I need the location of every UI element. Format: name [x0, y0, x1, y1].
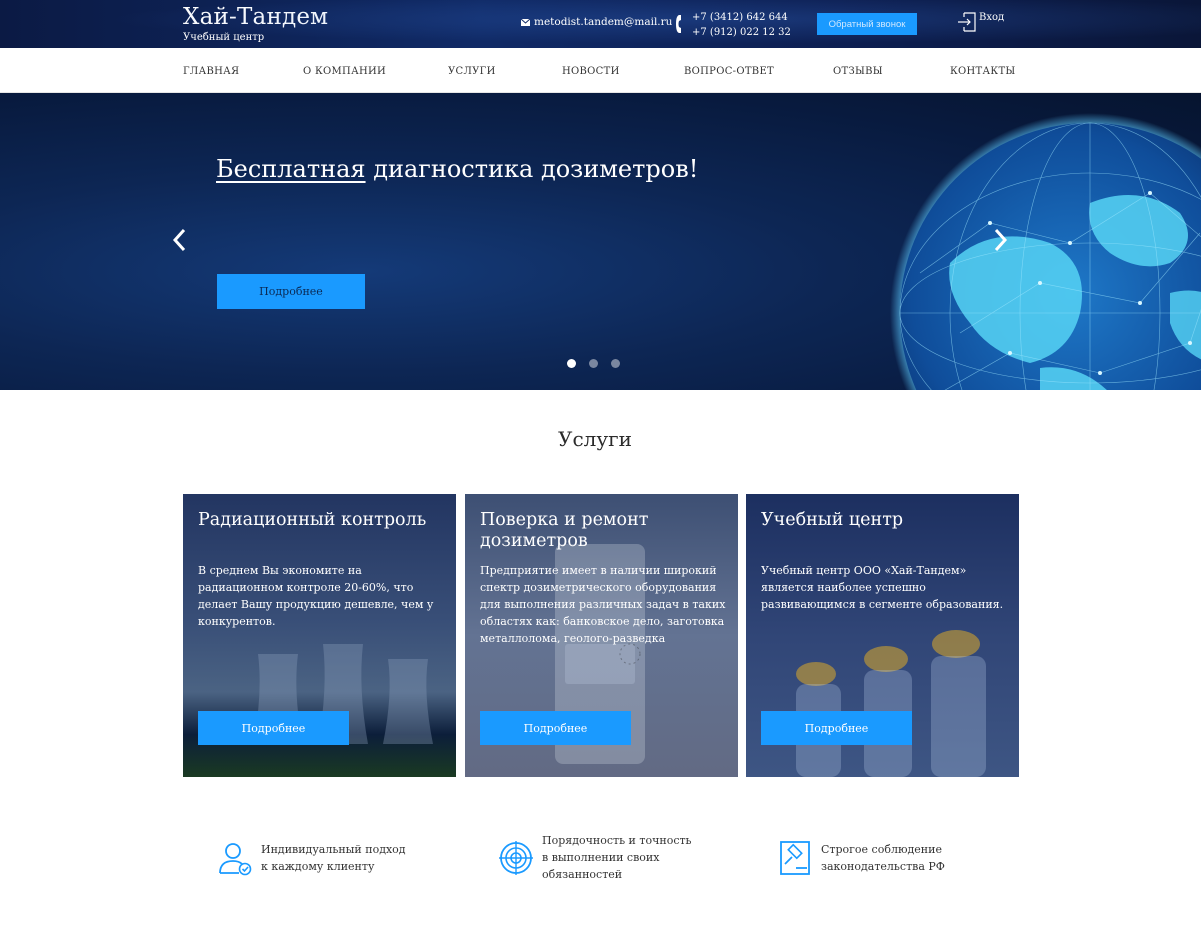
feature-line: Строгое соблюдение	[821, 843, 942, 856]
globe-image	[890, 113, 1201, 390]
chevron-right-icon[interactable]	[994, 228, 1008, 252]
chevron-left-icon[interactable]	[172, 228, 186, 252]
gavel-icon	[780, 841, 810, 875]
nav-item-about[interactable]: О КОМПАНИИ	[303, 66, 386, 77]
email-text: metodist.tandem@mail.ru	[534, 16, 673, 28]
feature-text: Индивидуальный подход к каждому клиенту	[261, 841, 406, 875]
target-icon	[499, 840, 533, 875]
card-title: Поверка и ремонт дозиметров	[480, 510, 649, 551]
workers-image	[796, 630, 986, 777]
card-text: Предприятие имеет в наличии широкий спек…	[480, 564, 726, 645]
login-label: Вход	[979, 12, 1005, 23]
nav-item-home[interactable]: ГЛАВНАЯ	[183, 66, 239, 77]
phone-1[interactable]: +7 (3412) 642 644	[692, 10, 791, 25]
feature-text: Порядочность и точность в выполнении сво…	[542, 832, 692, 883]
card-text: Учебный центр ООО «Хай-Тандем» является …	[761, 564, 1004, 611]
nav-item-news[interactable]: НОВОСТИ	[562, 66, 620, 77]
nav-item-contacts[interactable]: КОНТАКТЫ	[950, 66, 1016, 77]
feature-line: законодательства РФ	[821, 860, 945, 873]
feature-line: обязанностей	[542, 868, 623, 881]
service-card-calibration[interactable]: Поверка и ремонт дозиметров Предприятие …	[465, 494, 738, 777]
brand-subtitle: Учебный центр	[183, 32, 265, 43]
hero-title-rest: диагностика дозиметров!	[365, 155, 699, 183]
mail-icon	[521, 18, 530, 26]
feature-integrity: Порядочность и точность в выполнении сво…	[498, 832, 692, 883]
nav-item-services[interactable]: УСЛУГИ	[448, 66, 496, 77]
hero-slider: Бесплатная диагностика дозиметров! Подро…	[0, 93, 1201, 390]
slider-dot[interactable]	[611, 359, 620, 368]
callback-button[interactable]: Обратный звонок	[817, 13, 917, 35]
nav-item-faq[interactable]: ВОПРОС-ОТВЕТ	[684, 66, 774, 77]
main-nav: ГЛАВНАЯ О КОМПАНИИ УСЛУГИ НОВОСТИ ВОПРОС…	[0, 48, 1201, 93]
slider-dots	[567, 359, 620, 368]
card-more-button[interactable]: Подробнее	[480, 711, 631, 745]
login-link[interactable]: Вход	[958, 12, 1004, 32]
feature-line: Индивидуальный подход	[261, 843, 406, 856]
login-icon	[958, 12, 976, 32]
feature-line: Порядочность и точность	[542, 834, 692, 847]
nav-item-reviews[interactable]: ОТЗЫВЫ	[833, 66, 883, 77]
service-card-radiation[interactable]: Радиационный контроль В среднем Вы эконо…	[183, 494, 456, 777]
hero-title-highlight[interactable]: Бесплатная	[216, 155, 366, 183]
card-title: Радиационный контроль	[198, 510, 427, 530]
feature-line: к каждому клиенту	[261, 860, 375, 873]
slider-dot[interactable]	[589, 359, 598, 368]
user-check-icon	[219, 843, 252, 876]
phone-icon	[676, 15, 681, 33]
service-card-training[interactable]: Учебный центр Учебный центр ООО «Хай-Тан…	[746, 494, 1019, 777]
feature-line: в выполнении своих	[542, 851, 660, 864]
phone-numbers[interactable]: +7 (3412) 642 644 +7 (912) 022 12 32	[692, 10, 791, 40]
feature-text: Строгое соблюдение законодательства РФ	[821, 841, 945, 875]
slider-dot[interactable]	[567, 359, 576, 368]
card-text: В среднем Вы экономите на радиационном к…	[198, 564, 434, 628]
card-more-button[interactable]: Подробнее	[761, 711, 912, 745]
top-bar: Хай-Тандем Учебный центр metodist.tandem…	[0, 0, 1201, 48]
card-title: Учебный центр	[761, 510, 904, 530]
card-more-button[interactable]: Подробнее	[198, 711, 349, 745]
feature-individual: Индивидуальный подход к каждому клиенту	[217, 840, 406, 876]
phone-2[interactable]: +7 (912) 022 12 32	[692, 25, 791, 40]
hero-title: Бесплатная диагностика дозиметров!	[216, 155, 698, 183]
services-title: Услуги	[558, 427, 632, 451]
hero-more-button[interactable]: Подробнее	[217, 274, 365, 309]
email-link[interactable]: metodist.tandem@mail.ru	[521, 16, 672, 28]
brand-title[interactable]: Хай-Тандем	[183, 4, 328, 30]
feature-law: Строгое соблюдение законодательства РФ	[779, 840, 945, 876]
